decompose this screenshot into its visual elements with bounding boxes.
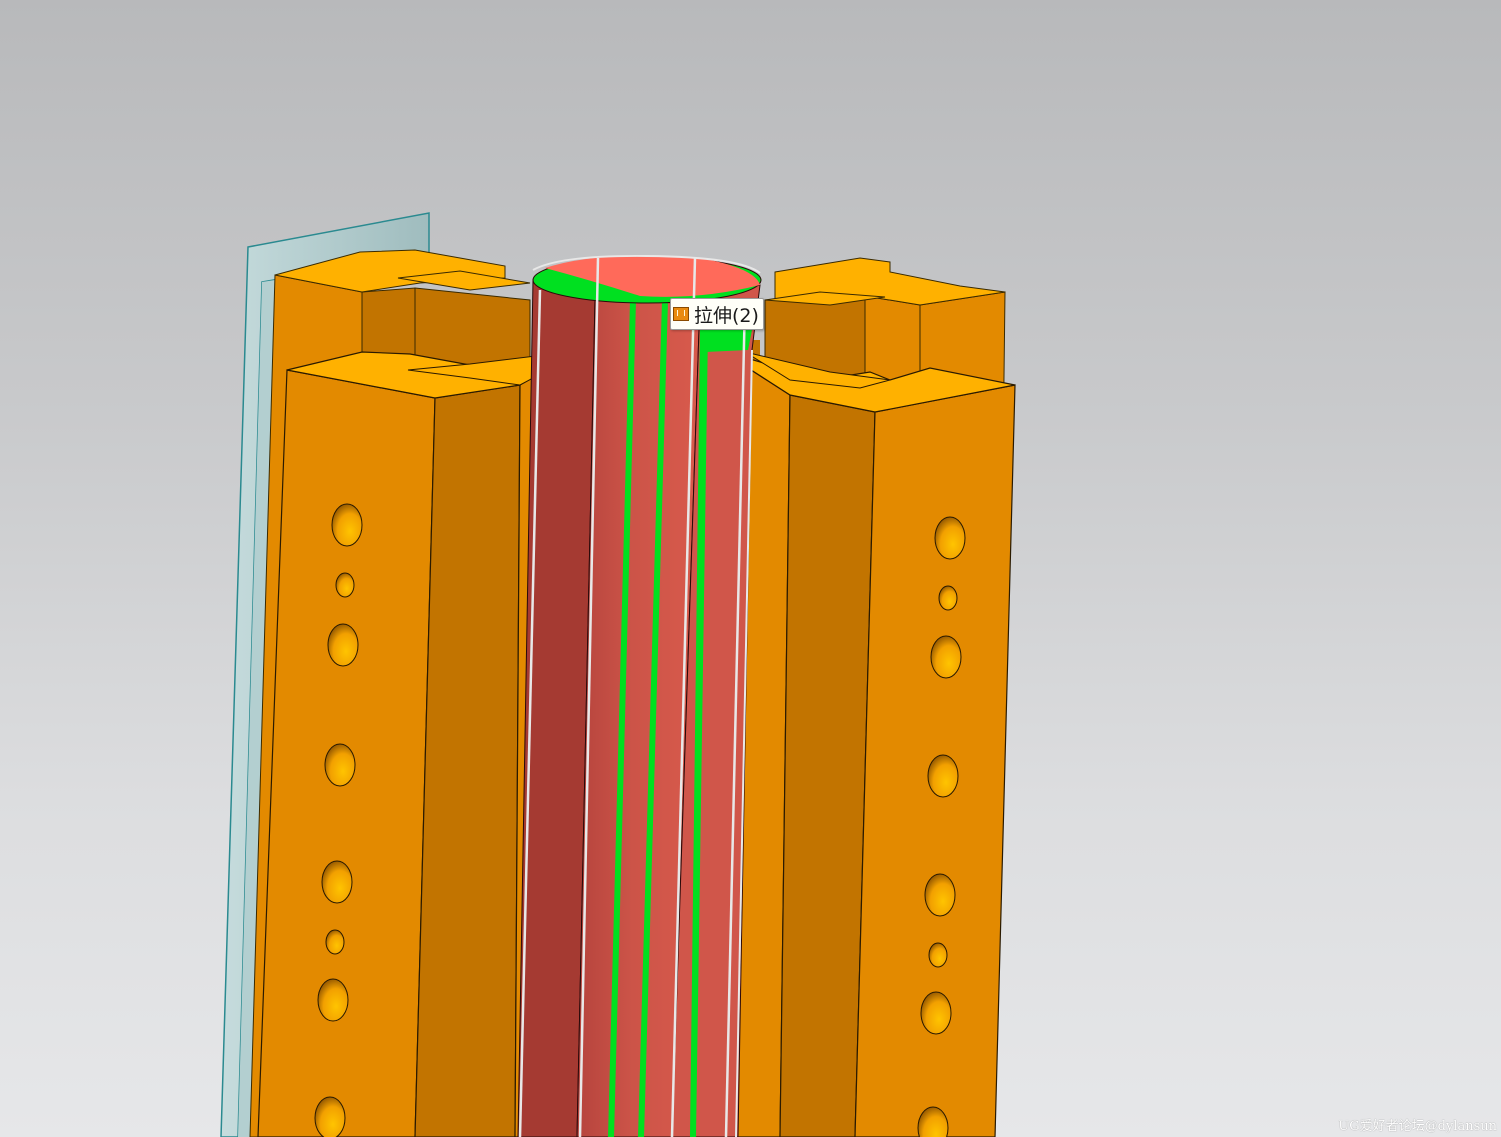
tooltip-label: 拉伸(2) xyxy=(694,304,759,327)
extrude-feature-icon xyxy=(673,307,689,321)
3d-model-view[interactable] xyxy=(0,0,1501,1137)
hole xyxy=(924,873,956,917)
hole xyxy=(938,585,958,611)
hole xyxy=(928,942,948,968)
hole xyxy=(325,929,345,955)
hole xyxy=(321,860,353,904)
hole xyxy=(324,743,356,787)
hole xyxy=(927,754,959,798)
hole xyxy=(314,1096,346,1137)
hole xyxy=(327,623,359,667)
watermark: UG爱好者论坛@dylansun xyxy=(1338,1119,1497,1134)
hole xyxy=(317,978,349,1022)
hole xyxy=(934,516,966,560)
hole xyxy=(331,503,363,547)
feature-tooltip: 拉伸(2) xyxy=(670,298,764,330)
graphics-viewport[interactable]: 拉伸(2) UG爱好者论坛@dylansun xyxy=(0,0,1501,1137)
hole xyxy=(930,635,962,679)
hole xyxy=(920,991,952,1035)
extrude-cylinder[interactable] xyxy=(517,254,762,1137)
hole xyxy=(335,572,355,598)
